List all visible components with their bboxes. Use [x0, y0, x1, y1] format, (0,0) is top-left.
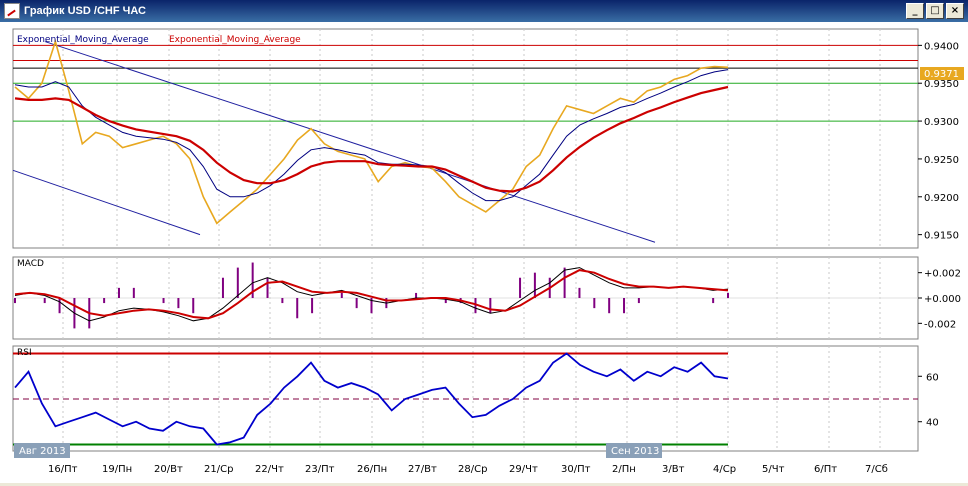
price-tick-label: 0.9400 — [924, 41, 959, 52]
x-axis-label: 20/Вт — [154, 464, 183, 475]
price-tick-label: 0.9150 — [924, 231, 959, 242]
legend-ema-fast: Exponential_Moving_Average — [17, 35, 149, 45]
x-axis-label: 3/Вт — [662, 464, 685, 475]
x-axis-label: 16/Пт — [48, 464, 78, 475]
window-controls: _ □ × — [906, 3, 964, 19]
x-axis-label: 30/Пт — [561, 464, 591, 475]
x-axis-label: 19/Пн — [102, 464, 132, 475]
rsi-tick-label: 40 — [926, 418, 939, 429]
month-tag-label: Авг 2013 — [19, 446, 66, 457]
minimize-button[interactable]: _ — [906, 3, 924, 19]
x-axis-label: 26/Пн — [357, 464, 387, 475]
price-tick-label: 0.9200 — [924, 193, 959, 204]
price-tick-label: 0.9350 — [924, 79, 959, 90]
x-axis-label: 6/Пт — [814, 464, 837, 475]
x-axis-label: 29/Чт — [509, 464, 538, 475]
x-axis-label: 27/Вт — [408, 464, 437, 475]
chart-canvas[interactable]: 0.9400 0.9350 0.9300 0.9250 0.9200 0.9150 +0.… — [0, 22, 968, 483]
chart-frame[interactable]: 0.9400 0.9350 0.9300 0.9250 0.9200 0.9150 +0.… — [0, 22, 968, 483]
window-titlebar[interactable]: График USD /CHF ЧАС _ □ × — [0, 0, 968, 22]
x-axis-label: 7/Сб — [865, 464, 888, 475]
price-panel[interactable] — [12, 28, 919, 249]
current-price-value: 0.9371 — [924, 69, 959, 80]
close-button[interactable]: × — [946, 3, 964, 19]
window-title: График USD /CHF ЧАС — [24, 5, 146, 17]
maximize-button[interactable]: □ — [926, 3, 944, 19]
x-axis-label: 4/Ср — [713, 464, 736, 475]
rsi-tick-label: 60 — [926, 372, 939, 383]
x-axis-label: 28/Ср — [458, 464, 487, 475]
chart-app-icon — [4, 3, 20, 19]
price-tick-label: 0.9250 — [924, 155, 959, 166]
x-axis-label: 21/Ср — [204, 464, 233, 475]
x-axis-label: 2/Пн — [612, 464, 636, 475]
x-axis-label: 5/Чт — [762, 464, 785, 475]
macd-tick-label: +0.000 — [924, 294, 961, 305]
macd-tick-label: +0.002 — [924, 269, 961, 280]
legend-ema-slow: Exponential_Moving_Average — [169, 35, 301, 45]
x-axis-label: 23/Пт — [305, 464, 335, 475]
price-tick-label: 0.9300 — [924, 117, 959, 128]
macd-tick-label: -0.002 — [924, 319, 956, 330]
month-tag-label: Сен 2013 — [611, 446, 659, 457]
rsi-label: RSI — [17, 348, 32, 358]
x-axis-label: 22/Чт — [255, 464, 284, 475]
macd-label: MACD — [17, 259, 44, 269]
